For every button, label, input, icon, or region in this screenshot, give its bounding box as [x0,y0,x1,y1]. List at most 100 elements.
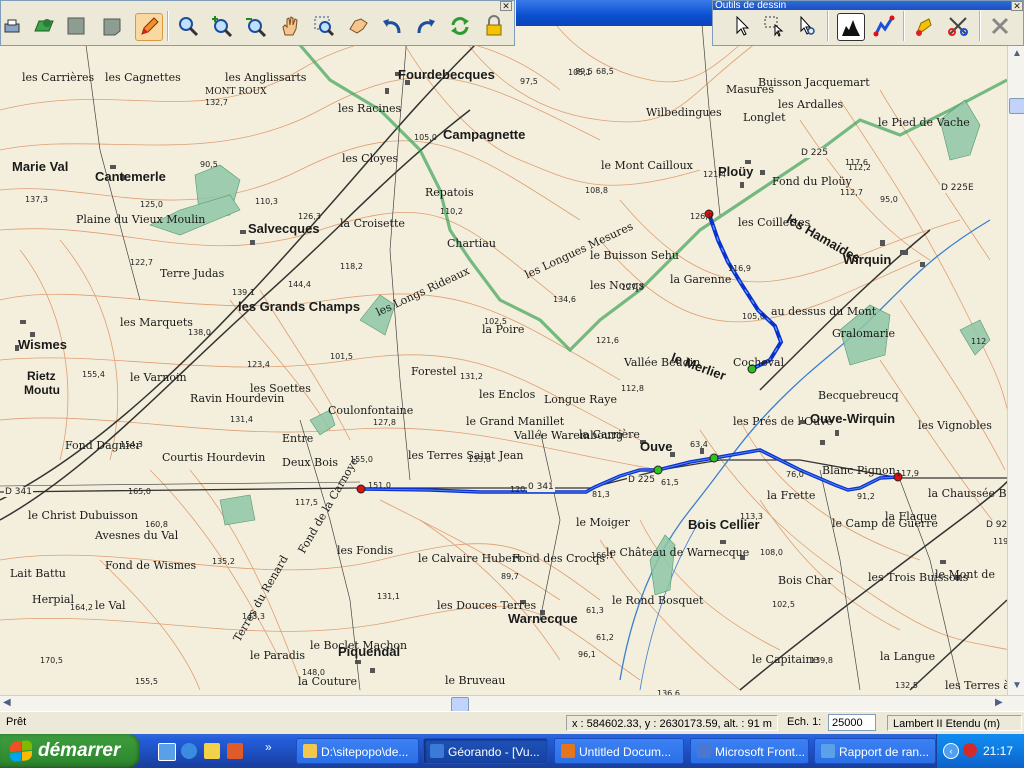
drawing-toolbar-close-button[interactable]: ✕ [1011,1,1023,11]
place-label: les Cloyes [342,152,399,165]
spot-height: 101,5 [330,352,353,361]
vertical-scroll-thumb[interactable] [1009,98,1024,114]
main-toolbar-close-button[interactable]: ✕ [500,1,512,11]
pointer-icon[interactable] [729,13,755,39]
spot-height: 127,8 [373,418,396,427]
select-rect-icon[interactable] [761,13,787,39]
place-label: au dessus du Mont [771,305,877,318]
scroll-down-icon[interactable]: ▼ [1012,680,1022,691]
place-label: Plaine du Vieux Moulin [76,213,206,226]
taskbar-task[interactable]: Géorando - [Vu... [423,738,548,764]
app-titlebar-strip [516,0,712,26]
zoom-window-icon[interactable] [311,13,337,39]
spot-height: 132,5 [895,681,918,690]
place-label: Masures [726,83,774,96]
route-segment-north[interactable] [707,213,784,371]
route-icon[interactable] [871,13,897,39]
horizontal-scroll-thumb[interactable] [451,697,469,712]
spot-height: 122,7 [130,258,153,267]
scroll-left-icon[interactable]: ◀ [3,697,11,708]
profile-icon[interactable] [837,13,865,41]
place-label: le Christ Dubuisson [28,509,138,522]
place-label: les Coillettes [738,216,811,229]
zoom-in-icon[interactable] [209,13,235,39]
waypoint-via[interactable] [653,465,663,475]
spot-height: 131,2 [460,372,483,381]
road-number: D 341 [4,487,33,497]
lock-icon[interactable] [481,13,507,39]
waypoint-via[interactable] [709,453,719,463]
redo-icon[interactable] [413,13,439,39]
place-label: la Flaque [885,510,937,523]
spot-height: 151,0 [368,481,391,490]
waypoint-icon[interactable] [911,13,937,39]
pan-hand-icon[interactable] [277,13,303,39]
place-label: les Ardalles [778,98,844,111]
show-desktop-icon[interactable] [158,743,176,761]
taskbar-task[interactable]: Untitled Docum... [554,738,684,764]
vertical-scrollbar[interactable]: ▲ ▼ [1007,46,1024,695]
place-label: les Cagnettes [105,71,181,84]
place-label: les Anglissarts [225,71,307,84]
taskbar-task[interactable]: Microsoft Front... [690,738,809,764]
spot-height: 61,3 [586,606,604,615]
scale-input[interactable] [828,714,876,731]
place-label: le Bruveau [445,674,506,687]
place-label: Fond du Ploüy [772,175,852,188]
spot-height: 95,0 [880,195,898,204]
spot-height: 160,8 [145,520,168,529]
layer2-icon[interactable] [99,13,125,39]
spot-height: 108,8 [585,186,608,195]
open-map-icon[interactable] [31,13,57,39]
place-label: le Calvaire Hubert [418,552,522,565]
tray-expand-icon[interactable]: ‹ [943,743,959,759]
zoom-icon[interactable] [175,13,201,39]
spot-height: 125,0 [140,200,163,209]
undo-icon[interactable] [379,13,405,39]
scroll-up-icon[interactable]: ▲ [1012,48,1022,59]
place-label: Gralomarie [832,327,896,340]
place-label: le Varnoin [130,371,187,384]
spot-height: 112,7 [840,188,863,197]
place-label: le Mont Cailloux [601,159,693,172]
place-label: les Prés de l'Ouve [733,415,833,428]
frontpage-icon [697,744,711,758]
spot-height: 144,4 [288,280,311,289]
layer-icon[interactable] [63,13,89,39]
taskbar-task[interactable]: D:\sitepopo\de... [296,738,419,764]
place-label: Courtis Hourdevin [162,451,266,464]
pencil-icon[interactable] [135,13,163,41]
zoom-out-icon[interactable] [243,13,269,39]
river-ouve [619,219,991,681]
road-number: D 225 [800,148,829,158]
grab-icon[interactable] [345,13,371,39]
start-button[interactable]: démarrer [0,734,140,768]
place-label: la Croisette [340,217,405,230]
spot-height: 117,9 [896,469,919,478]
quicklaunch-more-icon[interactable]: » [265,740,272,754]
mail-icon[interactable] [227,743,243,759]
main-toolbar: ✕ [0,0,515,46]
spot-height: 102,5 [772,600,795,609]
waypoint-start[interactable] [356,484,366,494]
delete-icon[interactable] [987,13,1013,39]
scroll-right-icon[interactable]: ▶ [995,697,1003,708]
taskbar-task[interactable]: Rapport de ran... [814,738,936,764]
antivirus-tray-icon[interactable] [963,743,977,757]
road-number: 0 341 [527,482,555,492]
quicklaunch-tool-icon[interactable] [204,743,220,759]
scale-label: Ech. 1: [787,716,822,728]
place-label: Moutu [24,383,60,397]
topographic-map[interactable]: Fourdebecques Campagnette Ploüy Cantemerle M… [0,0,1024,695]
spot-height: 134,6 [553,295,576,304]
print-icon[interactable] [1,13,27,39]
ie-quicklaunch-icon[interactable] [181,743,197,759]
horizontal-scrollbar[interactable]: ◀ ▶ [0,695,1024,712]
cut-route-icon[interactable] [945,13,971,39]
refresh-icon[interactable] [447,13,473,39]
select-zoom-icon[interactable] [793,13,819,39]
spot-height: 61,2 [596,633,614,642]
spot-height: 61,5 [661,478,679,487]
place-label: Lait Battu [10,567,66,580]
place-label: la Frette [767,489,816,502]
